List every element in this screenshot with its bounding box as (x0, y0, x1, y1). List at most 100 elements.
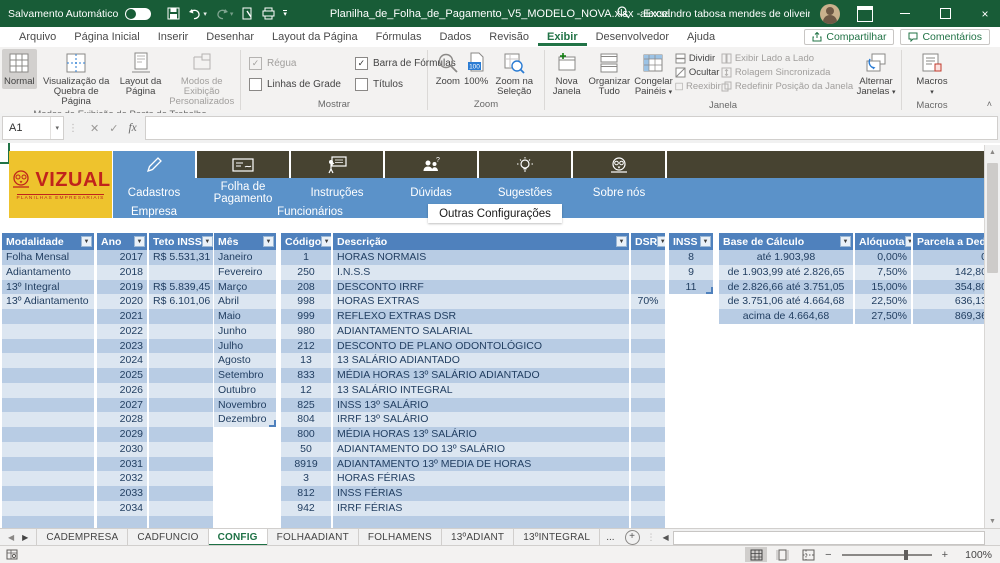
zoom-percentage[interactable]: 100% (960, 549, 992, 561)
nav-tab-cadastros[interactable]: Cadastros (113, 180, 195, 206)
cell[interactable] (631, 309, 665, 324)
cell[interactable]: 12 (281, 382, 331, 398)
arrange-all-button[interactable]: Organizar Tudo (586, 49, 632, 99)
column-header[interactable]: Ano ▼ (97, 233, 147, 250)
nav-box-instrucoes[interactable] (291, 151, 383, 178)
cell[interactable] (631, 382, 665, 398)
record-macro-icon[interactable] (0, 549, 18, 560)
cancel-entry-icon[interactable]: ✕ (90, 122, 99, 135)
cell[interactable]: 11 (669, 279, 713, 295)
zoom-out-icon[interactable]: − (823, 549, 833, 561)
cell[interactable]: Setembro (214, 368, 276, 383)
cell[interactable]: REFLEXO EXTRAS DSR (333, 309, 629, 324)
page-break-preview-button[interactable]: Visualização da Quebra de Página (37, 49, 116, 109)
cell[interactable] (333, 515, 629, 528)
cell[interactable]: 13 SALÁRIO ADIANTADO (333, 353, 629, 368)
cell[interactable] (631, 279, 665, 295)
hscroll-left-icon[interactable]: ◀ (659, 533, 673, 542)
cell[interactable] (149, 441, 213, 457)
macros-button[interactable]: Macros ▾ (914, 49, 949, 100)
cell[interactable]: 208 (281, 279, 331, 295)
cell[interactable] (2, 515, 94, 528)
ribbon-tab-ajuda[interactable]: Ajuda (678, 29, 724, 46)
print-icon[interactable] (259, 5, 278, 22)
worksheet[interactable]: VIZUAL PLANILHAS EMPRESARIAIS ? Cadastro… (0, 143, 1000, 528)
cell[interactable] (631, 515, 665, 528)
cell[interactable] (149, 412, 213, 427)
cell[interactable]: 869,36 (913, 309, 991, 324)
cell[interactable]: ADIANTAMENTO DO 13º SALÁRIO (333, 441, 629, 457)
cell[interactable]: Maio (214, 309, 276, 324)
custom-views-button[interactable]: Modos de Exibição Personalizados (165, 49, 238, 109)
cell[interactable]: de 1.903,99 até 2.826,65 (719, 264, 853, 280)
nav-tab-sugestoes[interactable]: Sugestões (479, 180, 571, 206)
cell[interactable]: Folha Mensal (2, 250, 94, 265)
cell[interactable] (149, 353, 213, 368)
cell[interactable]: 2020 (97, 294, 147, 309)
cell[interactable] (631, 323, 665, 339)
filter-dropdown-icon[interactable]: ▼ (81, 236, 92, 247)
filter-dropdown-icon[interactable]: ▼ (700, 236, 711, 247)
cell[interactable] (631, 441, 665, 457)
view-side-by-side-button[interactable]: Exibir Lado a Lado (721, 53, 853, 64)
cell[interactable]: 13 SALÁRIO INTEGRAL (333, 382, 629, 398)
cell[interactable]: 2023 (97, 338, 147, 354)
sheet-tab-13ºintegral[interactable]: 13ºINTEGRAL (514, 529, 601, 546)
ruler-checkbox[interactable]: Régua (249, 57, 341, 70)
subtab-empresa[interactable]: Empresa (113, 204, 195, 219)
filter-dropdown-icon[interactable]: ▼ (840, 236, 851, 247)
cell[interactable]: 354,80 (913, 279, 991, 295)
cell[interactable]: I.N.S.S (333, 264, 629, 280)
cell[interactable] (149, 427, 213, 442)
vertical-scrollbar[interactable]: ▲ ▼ (984, 145, 1000, 528)
cell[interactable] (2, 323, 94, 339)
freeze-panes-button[interactable]: Congelar Painéis ▾ (632, 49, 675, 100)
column-header[interactable]: INSS ▼ (669, 233, 713, 250)
cell[interactable]: 825 (281, 397, 331, 413)
formula-input[interactable] (144, 116, 998, 140)
cell[interactable] (631, 264, 665, 280)
cell[interactable]: Outubro (214, 382, 276, 398)
cell[interactable] (631, 456, 665, 472)
sheet-tab-folhamens[interactable]: FOLHAMENS (359, 529, 442, 546)
sheet-tab-cadempresa[interactable]: CADEMPRESA (36, 529, 129, 546)
ribbon-tab-desenhar[interactable]: Desenhar (197, 29, 263, 46)
cell[interactable] (2, 397, 94, 413)
cell[interactable]: 2021 (97, 309, 147, 324)
cell[interactable]: IRRF FÉRIAS (333, 500, 629, 516)
cell[interactable]: 2026 (97, 382, 147, 398)
filter-dropdown-icon[interactable]: ▼ (201, 236, 213, 247)
ribbon-tab-inserir[interactable]: Inserir (149, 29, 198, 46)
cell[interactable]: 980 (281, 323, 331, 339)
cell[interactable]: 2032 (97, 471, 147, 486)
unhide-button[interactable]: Reexibir (675, 81, 721, 92)
cell[interactable]: 804 (281, 412, 331, 427)
cell[interactable]: HORAS NORMAIS (333, 250, 629, 265)
column-header[interactable]: Modalidade ▼ (2, 233, 94, 250)
sheet-tab-folhaadiant[interactable]: FOLHAADIANT (268, 529, 359, 546)
cell[interactable]: Agosto (214, 353, 276, 368)
cell[interactable]: 9 (669, 264, 713, 280)
cell[interactable] (2, 456, 94, 472)
nav-tab-duvidas[interactable]: Dúvidas (385, 180, 477, 206)
cell[interactable]: 13º Adiantamento (2, 294, 94, 309)
subtab-outras-configuracoes[interactable]: Outras Configurações (428, 204, 562, 223)
cell[interactable]: Adiantamento (2, 264, 94, 280)
user-name[interactable]: alexsandro tabosa mendes de oliveira oli… (640, 8, 810, 20)
cell[interactable] (149, 309, 213, 324)
cell[interactable] (2, 427, 94, 442)
nav-box-cadastros[interactable] (113, 151, 195, 178)
cell[interactable]: 999 (281, 309, 331, 324)
insert-function-icon[interactable]: fx (128, 122, 136, 134)
cell[interactable]: 812 (281, 486, 331, 501)
cell[interactable] (2, 368, 94, 383)
cell[interactable]: Março (214, 279, 276, 295)
cell[interactable]: HORAS FÉRIAS (333, 471, 629, 486)
cell[interactable]: ADIANTAMENTO SALARIAL (333, 323, 629, 339)
normal-view-status-button[interactable] (745, 547, 768, 562)
cell[interactable]: 0,00% (855, 250, 911, 265)
ribbon-tab-desenvolvedor[interactable]: Desenvolvedor (587, 29, 678, 46)
vertical-scrollbar-thumb[interactable] (987, 163, 998, 273)
column-header[interactable]: Código ▼ (281, 233, 331, 250)
redo-icon[interactable]: ▾ (212, 6, 237, 22)
